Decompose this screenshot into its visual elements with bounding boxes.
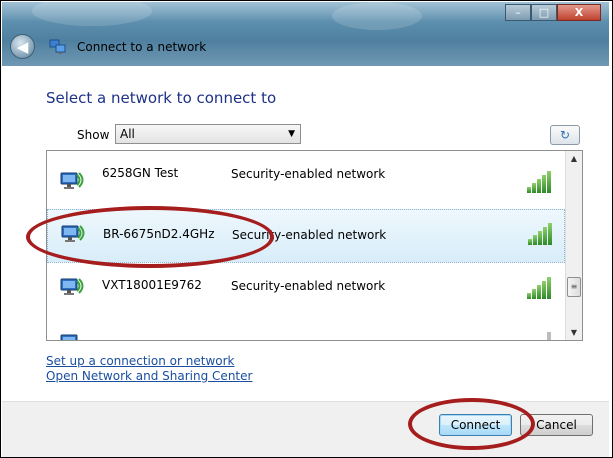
network-list[interactable]: 6258GN Test Security-enabled network BR-…	[46, 150, 583, 341]
window-controls: – □ X	[505, 4, 601, 21]
signal-strength-icon	[528, 223, 554, 245]
show-filter-dropdown[interactable]: All ▼	[115, 124, 301, 144]
network-sharing-center-link[interactable]: Open Network and Sharing Center	[46, 369, 252, 383]
scroll-up-icon[interactable]: ▲	[566, 151, 582, 166]
network-small-icon	[49, 39, 67, 55]
network-security: Security-enabled network	[232, 228, 387, 242]
network-row-selected[interactable]: BR-6675nD2.4GHz Security-enabled network	[47, 209, 565, 263]
signal-strength-icon	[527, 171, 553, 193]
network-name: VXT18001E9762	[102, 278, 202, 292]
network-row[interactable]: 6258GN Test Security-enabled network	[47, 157, 565, 211]
network-row-partial[interactable]	[47, 325, 565, 340]
network-security: Security-enabled network	[231, 279, 386, 293]
network-security: Security-enabled network	[231, 167, 386, 181]
connect-button[interactable]: Connect	[439, 414, 512, 436]
glass-reflection	[32, 1, 152, 26]
scrollbar-thumb[interactable]: ≡	[567, 277, 581, 297]
wireless-network-icon	[59, 171, 85, 193]
window-title: Connect to a network	[77, 39, 207, 54]
glass-reflection	[332, 2, 422, 30]
dialog-window: – □ X ◀ Connect to a network Select a ne…	[0, 0, 613, 458]
signal-strength-icon	[527, 277, 553, 299]
page-heading: Select a network to connect to	[46, 89, 277, 107]
wireless-network-icon	[59, 333, 85, 340]
navigation-row: ◀ Connect to a network	[10, 34, 206, 59]
show-filter-value: All	[120, 127, 135, 141]
maximize-button[interactable]: □	[531, 4, 557, 21]
back-button[interactable]: ◀	[10, 34, 35, 59]
button-footer: Connect Cancel	[2, 401, 609, 457]
network-row[interactable]: VXT18001E9762 Security-enabled network	[47, 265, 565, 319]
setup-connection-link[interactable]: Set up a connection or network	[46, 354, 234, 368]
title-bar: – □ X ◀ Connect to a network	[2, 1, 609, 66]
back-arrow-icon: ◀	[16, 37, 29, 56]
refresh-button[interactable]: ↻	[550, 125, 580, 145]
minimize-button[interactable]: –	[505, 4, 531, 21]
cancel-button[interactable]: Cancel	[520, 414, 593, 436]
refresh-icon: ↻	[559, 128, 571, 142]
close-button[interactable]: X	[557, 4, 601, 21]
network-name: BR-6675nD2.4GHz	[103, 227, 215, 241]
dropdown-arrow-icon: ▼	[288, 129, 295, 139]
main-content: Select a network to connect to Show All …	[10, 68, 602, 402]
show-label: Show	[77, 128, 110, 142]
signal-strength-icon	[527, 332, 553, 340]
wireless-network-icon	[60, 224, 86, 246]
scroll-down-icon[interactable]: ▼	[566, 325, 582, 340]
list-scrollbar[interactable]: ▲ ≡ ▼	[565, 151, 582, 340]
wireless-network-icon	[59, 277, 85, 299]
network-name: 6258GN Test	[102, 166, 179, 180]
